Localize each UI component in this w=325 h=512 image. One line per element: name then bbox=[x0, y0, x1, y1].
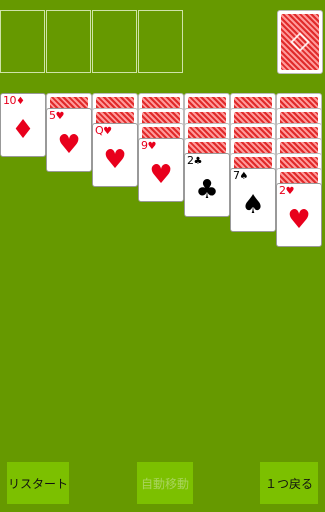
card-rank: 10 bbox=[3, 94, 17, 107]
auto-move-button[interactable]: 自動移動 bbox=[137, 462, 193, 504]
card-suit-small-icon: ♥ bbox=[147, 141, 157, 152]
card-rank: Q bbox=[95, 124, 104, 137]
card-corner: Q♥ bbox=[95, 124, 112, 138]
tableau-card-2[interactable]: 5♥ ♥ bbox=[46, 108, 92, 172]
foundation-2[interactable] bbox=[46, 10, 91, 73]
stock-pile[interactable] bbox=[277, 10, 323, 74]
foundation-1[interactable] bbox=[0, 10, 45, 73]
tableau-card-1[interactable]: 10♦ ♦ bbox=[0, 93, 46, 157]
restart-button[interactable]: リスタート bbox=[7, 462, 69, 504]
card-suit-icon: ♣ bbox=[195, 175, 219, 205]
card-suit-icon: ♥ bbox=[103, 145, 127, 175]
card-suit-icon: ♥ bbox=[149, 160, 173, 190]
card-suit-small-icon: ♣ bbox=[193, 156, 203, 167]
card-corner: 7♠ bbox=[233, 169, 248, 183]
tableau-card-4[interactable]: 9♥ ♥ bbox=[138, 138, 184, 202]
tableau-card-7[interactable]: 2♥ ♥ bbox=[276, 183, 322, 247]
card-corner: 2♣ bbox=[187, 154, 202, 168]
card-suit-icon: ♥ bbox=[57, 130, 81, 160]
foundation-3[interactable] bbox=[92, 10, 137, 73]
card-corner: 9♥ bbox=[141, 139, 156, 153]
tableau-card-5[interactable]: 2♣ ♣ bbox=[184, 153, 230, 217]
card-corner: 2♥ bbox=[279, 184, 294, 198]
card-suit-small-icon: ♠ bbox=[239, 171, 249, 182]
card-suit-small-icon: ♥ bbox=[103, 126, 112, 137]
card-suit-icon: ♥ bbox=[287, 205, 311, 235]
card-suit-icon: ♦ bbox=[11, 115, 35, 145]
card-corner: 10♦ bbox=[3, 94, 25, 108]
undo-button[interactable]: １つ戻る bbox=[260, 462, 318, 504]
card-suit-icon: ♠ bbox=[241, 190, 265, 220]
card-suit-small-icon: ♦ bbox=[16, 96, 25, 107]
card-suit-small-icon: ♥ bbox=[285, 186, 295, 197]
tableau-card-6[interactable]: 7♠ ♠ bbox=[230, 168, 276, 232]
foundation-4[interactable] bbox=[138, 10, 183, 73]
card-suit-small-icon: ♥ bbox=[55, 111, 65, 122]
card-corner: 5♥ bbox=[49, 109, 64, 123]
tableau-card-3[interactable]: Q♥ ♥ bbox=[92, 123, 138, 187]
